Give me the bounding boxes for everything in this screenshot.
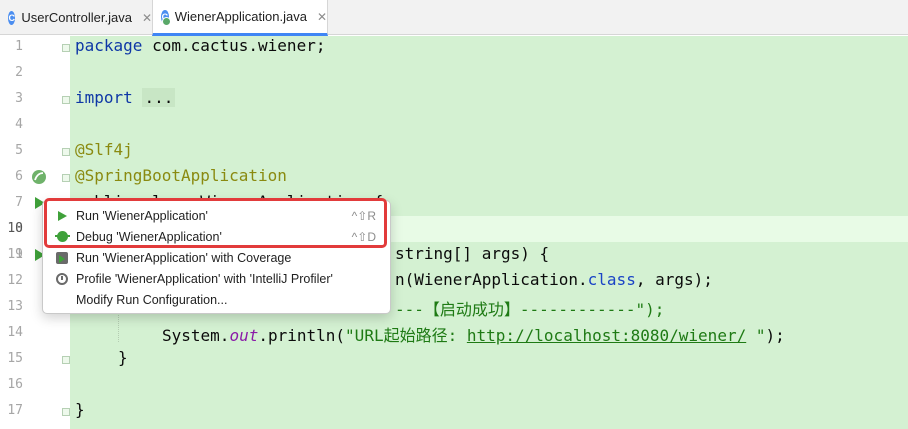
- profiler-icon: [55, 272, 69, 286]
- line-number: 4: [15, 117, 23, 132]
- tab-label: WienerApplication.java: [174, 9, 307, 24]
- line-number: 12: [7, 273, 23, 288]
- code-line-1: package com.cactus.wiener;: [75, 36, 325, 55]
- url-link[interactable]: http://localhost:8080/wiener/: [467, 326, 746, 345]
- string-literal: ": [746, 326, 766, 345]
- code-line-8: @SpringBootApplication: [75, 166, 287, 185]
- fold-marker[interactable]: [62, 174, 70, 182]
- code-text: n(WienerApplication.: [395, 270, 588, 289]
- code-line-15: }: [118, 348, 128, 367]
- code-line-14: System.out.println("URL起始路径: http://loca…: [162, 322, 785, 346]
- coverage-icon: [55, 251, 69, 265]
- code-line-13: ---【启动成功】------------");: [395, 300, 665, 319]
- fold-marker[interactable]: [62, 44, 70, 52]
- line-number: 6: [15, 169, 23, 184]
- code-text: );: [765, 326, 785, 345]
- code-text: , args);: [635, 270, 713, 289]
- line-number: 11: [7, 247, 23, 262]
- fold-marker[interactable]: [62, 408, 70, 416]
- menu-item-modify-run-config[interactable]: Modify Run Configuration...: [43, 289, 390, 310]
- menu-item-label: Profile 'WienerApplication' with 'Intell…: [76, 271, 333, 286]
- editor-tab-bar: C UserController.java ✕ C WienerApplicat…: [0, 0, 908, 36]
- keyword: package: [75, 36, 143, 55]
- tab-wiener-application[interactable]: C WienerApplication.java ✕: [152, 0, 328, 36]
- folded-imports[interactable]: ...: [142, 88, 176, 107]
- annotation-highlight-box: [44, 198, 387, 248]
- fold-marker[interactable]: [62, 148, 70, 156]
- menu-item-label: Run 'WienerApplication' with Coverage: [76, 250, 292, 265]
- fold-marker[interactable]: [62, 356, 70, 364]
- static-field: out: [229, 326, 259, 345]
- line-number-current: 10: [7, 221, 23, 236]
- keyword: class: [587, 270, 636, 289]
- tab-user-controller[interactable]: C UserController.java ✕: [0, 0, 152, 35]
- keyword: import: [75, 88, 133, 107]
- code-text: .println(: [258, 326, 346, 345]
- line-number: 5: [15, 143, 23, 158]
- line-number: 13: [7, 299, 23, 314]
- line-number: 7: [15, 195, 23, 210]
- line-number: 16: [7, 377, 23, 392]
- line-number: 1: [15, 39, 23, 54]
- line-number: 15: [7, 351, 23, 366]
- fold-marker[interactable]: [62, 96, 70, 104]
- menu-item-profile[interactable]: Profile 'WienerApplication' with 'Intell…: [43, 268, 390, 289]
- code-line-3: import ...: [75, 88, 176, 107]
- line-number: 14: [7, 325, 23, 340]
- line-number: 17: [7, 403, 23, 418]
- menu-item-run-coverage[interactable]: Run 'WienerApplication' with Coverage: [43, 247, 390, 268]
- code-line-12: n(WienerApplication.class, args);: [395, 270, 713, 289]
- java-class-icon: C: [8, 10, 16, 25]
- close-icon[interactable]: ✕: [317, 10, 327, 24]
- code-line-17: }: [75, 400, 85, 419]
- menu-item-label: Modify Run Configuration...: [76, 292, 228, 307]
- spring-boot-class-icon: C: [161, 9, 171, 26]
- string-literal: "URL起始路径:: [345, 326, 467, 345]
- tab-label: UserController.java: [21, 10, 132, 25]
- code-line-11: string[] args) {: [395, 244, 550, 263]
- code-text: com.cactus.wiener;: [142, 36, 326, 55]
- spring-bean-gutter-icon[interactable]: [30, 168, 48, 191]
- line-number: 3: [15, 91, 23, 106]
- code-text: System.: [162, 326, 230, 345]
- code-line-7: @Slf4j: [75, 140, 133, 159]
- close-icon[interactable]: ✕: [142, 11, 152, 25]
- line-number: 2: [15, 65, 23, 80]
